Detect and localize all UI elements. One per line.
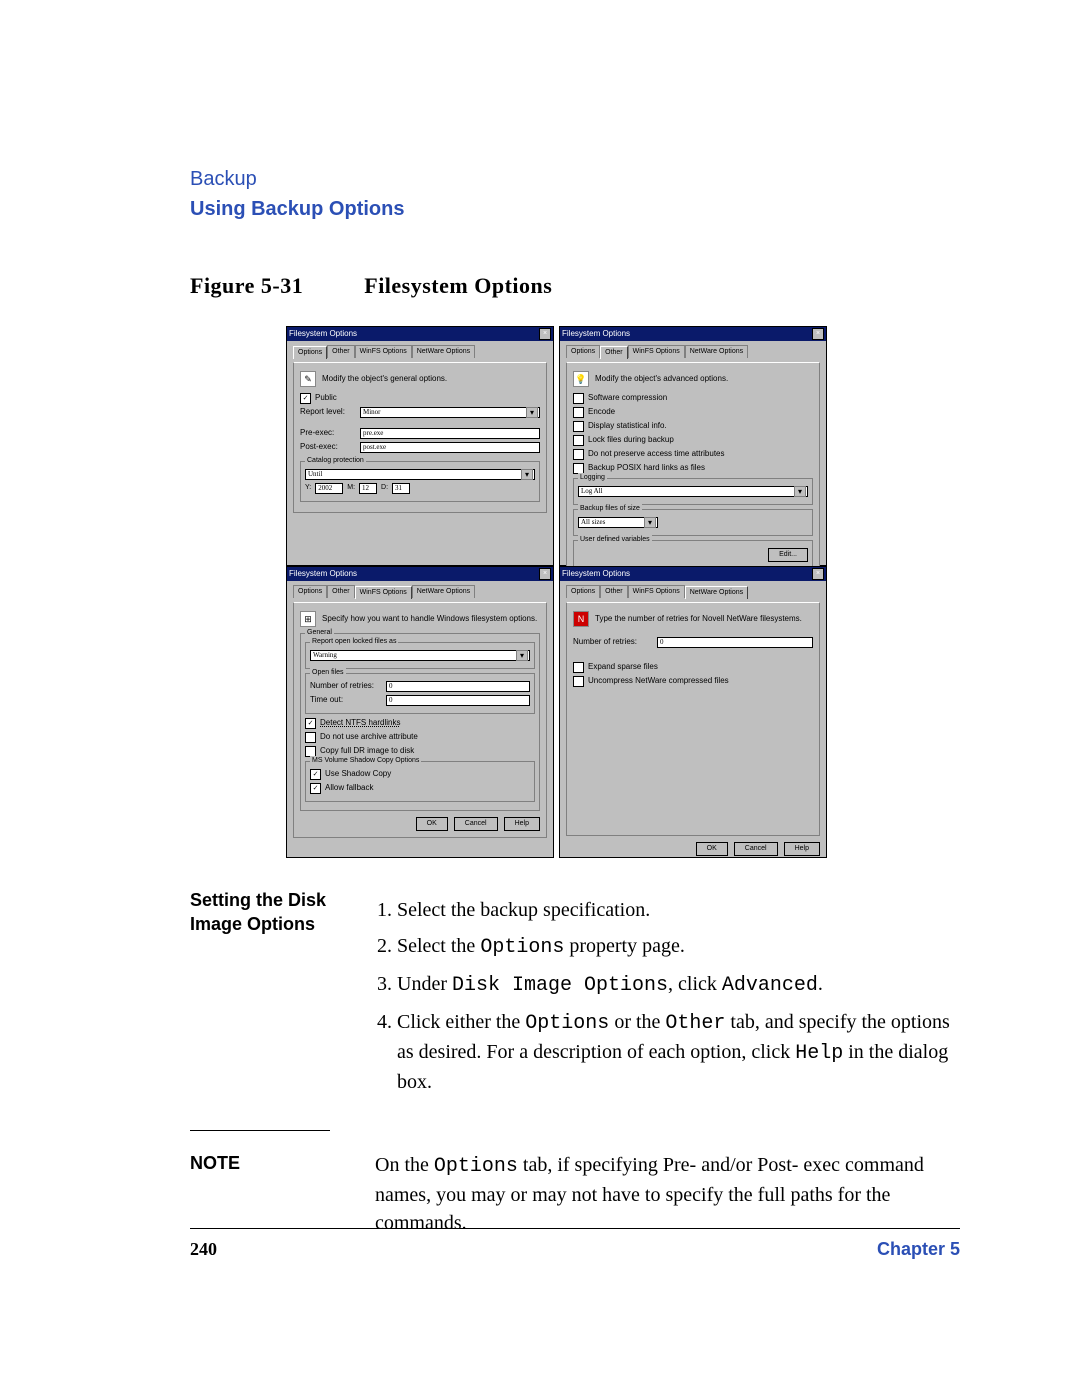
- dialog-options: Filesystem Options × Options Other WinFS …: [286, 326, 554, 566]
- figure-label: Figure 5-31: [190, 273, 303, 298]
- tab-netware[interactable]: NetWare Options: [685, 586, 748, 599]
- size-select[interactable]: All sizes: [578, 517, 658, 528]
- note-rule: [190, 1130, 330, 1131]
- checkbox[interactable]: ✓: [310, 783, 321, 794]
- hint-text: Modify the object's advanced options.: [595, 374, 728, 384]
- locked-files-select[interactable]: Warning: [310, 650, 530, 661]
- hint-text: Specify how you want to handle Windows f…: [322, 614, 537, 624]
- cancel-button[interactable]: Cancel: [734, 842, 778, 856]
- step-2: Select the Options property page.: [397, 932, 960, 962]
- chapter-label: Chapter 5: [877, 1237, 960, 1262]
- catalog-until-select[interactable]: Until: [305, 469, 535, 480]
- dialog-title: Filesystem Options: [562, 569, 630, 579]
- page-header: Backup Using Backup Options: [190, 165, 960, 223]
- tab-winfs[interactable]: WinFS Options: [355, 345, 412, 358]
- tab-netware[interactable]: NetWare Options: [685, 345, 748, 358]
- checkbox[interactable]: [573, 449, 584, 460]
- tab-options[interactable]: Options: [566, 345, 600, 358]
- checkbox-public[interactable]: ✓: [300, 393, 311, 404]
- dialog-title: Filesystem Options: [289, 569, 357, 579]
- figure-caption: Figure 5-31 Filesystem Options: [190, 271, 960, 302]
- note: NOTE On the Options tab, if specifying P…: [190, 1151, 960, 1237]
- checkbox[interactable]: [573, 421, 584, 432]
- hint-text: Type the number of retries for Novell Ne…: [595, 614, 802, 624]
- steps-list: Select the backup specification. Select …: [375, 896, 960, 1096]
- help-button[interactable]: Help: [504, 817, 540, 831]
- checkbox[interactable]: [573, 435, 584, 446]
- checkbox[interactable]: ✓: [310, 769, 321, 780]
- nw-retries-input[interactable]: 0: [657, 637, 813, 648]
- cancel-button[interactable]: Cancel: [454, 817, 498, 831]
- header-subsection: Using Backup Options: [190, 195, 960, 223]
- step-4: Click either the Options or the Other ta…: [397, 1008, 960, 1096]
- tab-winfs[interactable]: WinFS Options: [628, 345, 685, 358]
- checkbox[interactable]: [573, 407, 584, 418]
- close-icon[interactable]: ×: [539, 568, 551, 580]
- side-heading: Setting the Disk Image Options: [190, 888, 357, 937]
- note-text: On the Options tab, if specifying Pre- a…: [375, 1151, 960, 1237]
- ok-button[interactable]: OK: [696, 842, 728, 856]
- tab-other[interactable]: Other: [327, 345, 355, 358]
- win-icon: ⊞: [300, 611, 316, 627]
- dialog-title: Filesystem Options: [562, 329, 630, 339]
- checkbox[interactable]: [573, 393, 584, 404]
- hint-text: Modify the object's general options.: [322, 374, 447, 384]
- info-icon: ✎: [300, 371, 316, 387]
- help-button[interactable]: Help: [784, 842, 820, 856]
- timeout-input[interactable]: 0: [386, 695, 530, 706]
- tab-options[interactable]: Options: [566, 585, 600, 598]
- header-section: Backup: [190, 165, 960, 193]
- page-footer: 240 Chapter 5: [190, 1228, 960, 1262]
- setting-disk-image: Setting the Disk Image Options Select th…: [190, 888, 960, 1104]
- close-icon[interactable]: ×: [812, 328, 824, 340]
- retries-input[interactable]: 0: [386, 681, 530, 692]
- netware-icon: N: [573, 611, 589, 627]
- checkbox[interactable]: [573, 676, 584, 687]
- checkbox[interactable]: [573, 662, 584, 673]
- year-input[interactable]: 2002: [315, 483, 343, 494]
- step-1: Select the backup specification.: [397, 896, 960, 924]
- dialog-title: Filesystem Options: [289, 329, 357, 339]
- note-label: NOTE: [190, 1151, 357, 1176]
- dialog-winfs: Filesystem Options × Options Other WinFS …: [286, 566, 554, 858]
- logging-select[interactable]: Log All: [578, 486, 808, 497]
- tab-other[interactable]: Other: [327, 585, 355, 598]
- close-icon[interactable]: ×: [812, 568, 824, 580]
- step-3: Under Disk Image Options, click Advanced…: [397, 970, 960, 1000]
- day-input[interactable]: 31: [392, 483, 410, 494]
- ok-button[interactable]: OK: [416, 817, 448, 831]
- tab-other[interactable]: Other: [600, 585, 628, 598]
- dialog-netware: Filesystem Options × Options Other WinFS …: [559, 566, 827, 858]
- close-icon[interactable]: ×: [539, 328, 551, 340]
- edit-button[interactable]: Edit...: [768, 548, 808, 562]
- report-level-select[interactable]: Minor: [360, 407, 540, 418]
- tab-netware[interactable]: NetWare Options: [412, 345, 475, 358]
- page-number: 240: [190, 1237, 217, 1262]
- pre-exec-input[interactable]: pre.exe: [360, 428, 540, 439]
- checkbox[interactable]: ✓: [305, 718, 316, 729]
- checkbox[interactable]: [305, 732, 316, 743]
- tab-winfs[interactable]: WinFS Options: [355, 586, 412, 599]
- tab-options[interactable]: Options: [293, 346, 327, 359]
- month-input[interactable]: 12: [359, 483, 377, 494]
- bulb-icon: 💡: [573, 371, 589, 387]
- tab-options[interactable]: Options: [293, 585, 327, 598]
- tab-netware[interactable]: NetWare Options: [412, 585, 475, 598]
- tab-other[interactable]: Other: [600, 346, 628, 359]
- post-exec-input[interactable]: post.exe: [360, 442, 540, 453]
- tab-winfs[interactable]: WinFS Options: [628, 585, 685, 598]
- dialog-other: Filesystem Options × Options Other WinFS …: [559, 326, 827, 566]
- figure-title: Filesystem Options: [364, 273, 552, 298]
